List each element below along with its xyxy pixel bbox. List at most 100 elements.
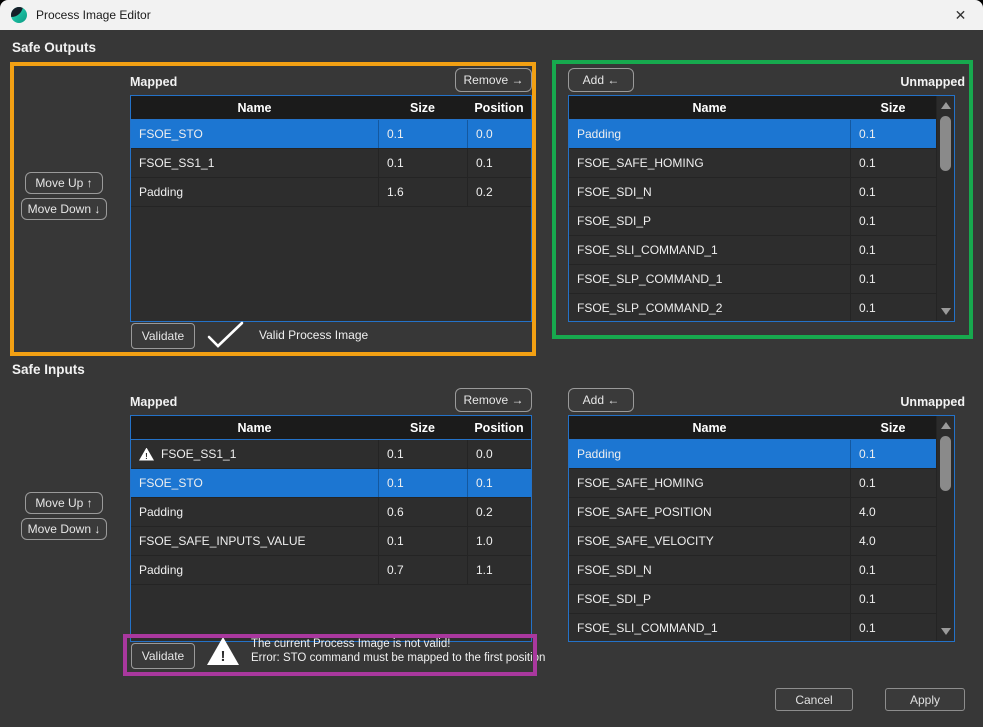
cell-size: 0.1 bbox=[378, 149, 467, 177]
outputs-mapped-table[interactable]: Name Size Position FSOE_STO0.10.0FSOE_SS… bbox=[130, 95, 532, 322]
table-row[interactable]: FSOE_STO0.10.1 bbox=[131, 469, 531, 498]
table-row[interactable]: FSOE_SDI_N0.1 bbox=[569, 178, 936, 207]
table-row[interactable]: !FSOE_SS1_10.10.0 bbox=[131, 440, 531, 469]
cell-name: Padding bbox=[131, 556, 378, 584]
cell-name: FSOE_SDI_N bbox=[569, 178, 850, 206]
cell-size: 4.0 bbox=[850, 527, 936, 555]
table-row[interactable]: FSOE_SDI_P0.1 bbox=[569, 207, 936, 236]
outputs-unmapped-label: Unmapped bbox=[890, 75, 965, 89]
column-header-size[interactable]: Size bbox=[850, 96, 936, 119]
table-row[interactable]: FSOE_STO0.10.0 bbox=[131, 120, 531, 149]
vertical-scrollbar[interactable] bbox=[936, 416, 954, 641]
cell-size: 0.1 bbox=[850, 469, 936, 497]
cell-name: FSOE_SLI_COMMAND_1 bbox=[569, 236, 850, 264]
error-line-1: The current Process Image is not valid! bbox=[251, 637, 545, 651]
table-row[interactable]: FSOE_SDI_P0.1 bbox=[569, 585, 936, 614]
outputs-remove-button[interactable]: Remove → bbox=[455, 68, 532, 92]
table-row[interactable]: FSOE_SS1_10.10.1 bbox=[131, 149, 531, 178]
inputs-mapped-table[interactable]: Name Size Position !FSOE_SS1_10.10.0FSOE… bbox=[130, 415, 532, 642]
cell-name: FSOE_SAFE_POSITION bbox=[569, 498, 850, 526]
cell-name: Padding bbox=[131, 498, 378, 526]
inputs-add-button[interactable]: Add ← bbox=[568, 388, 634, 412]
outputs-add-button[interactable]: Add ← bbox=[568, 68, 634, 92]
table-row[interactable]: FSOE_SAFE_HOMING0.1 bbox=[569, 149, 936, 178]
table-row[interactable]: Padding1.60.2 bbox=[131, 178, 531, 207]
table-row[interactable]: FSOE_SLP_COMMAND_20.1 bbox=[569, 294, 936, 322]
table-row[interactable]: Padding0.1 bbox=[569, 440, 936, 469]
inputs-move-up-button[interactable]: Move Up ↑ bbox=[25, 492, 103, 514]
inputs-validate-error-text: The current Process Image is not valid! … bbox=[251, 637, 545, 665]
cell-position: 1.0 bbox=[467, 527, 531, 555]
inputs-remove-button[interactable]: Remove → bbox=[455, 388, 532, 412]
table-header: Name Size Position bbox=[131, 416, 531, 440]
scroll-up-icon[interactable] bbox=[937, 418, 955, 433]
inputs-unmapped-label: Unmapped bbox=[890, 395, 965, 409]
table-header: Name Size Position bbox=[131, 96, 531, 120]
cancel-button[interactable]: Cancel bbox=[775, 688, 853, 711]
table-row[interactable]: FSOE_SDI_N0.1 bbox=[569, 556, 936, 585]
table-row[interactable]: Padding0.60.2 bbox=[131, 498, 531, 527]
table-row[interactable]: FSOE_SAFE_HOMING0.1 bbox=[569, 469, 936, 498]
table-header: Name Size bbox=[569, 416, 936, 440]
column-header-size[interactable]: Size bbox=[378, 416, 467, 439]
inputs-unmapped-table[interactable]: Name Size Padding0.1FSOE_SAFE_HOMING0.1F… bbox=[568, 415, 955, 642]
table-row[interactable]: FSOE_SLI_COMMAND_10.1 bbox=[569, 236, 936, 265]
cell-name: FSOE_STO bbox=[131, 120, 378, 148]
vertical-scrollbar[interactable] bbox=[936, 96, 954, 321]
cell-name: FSOE_SLP_COMMAND_1 bbox=[569, 265, 850, 293]
cell-position: 0.0 bbox=[467, 440, 531, 468]
column-header-name[interactable]: Name bbox=[569, 416, 850, 439]
check-icon bbox=[205, 320, 245, 350]
outputs-validate-status-text: Valid Process Image bbox=[259, 328, 368, 342]
cell-name: Padding bbox=[569, 440, 850, 468]
cell-name: FSOE_SLP_COMMAND_2 bbox=[569, 294, 850, 322]
cell-size: 0.1 bbox=[378, 120, 467, 148]
inputs-validate-button[interactable]: Validate bbox=[131, 643, 195, 669]
outputs-move-up-button[interactable]: Move Up ↑ bbox=[25, 172, 103, 194]
column-header-size[interactable]: Size bbox=[378, 96, 467, 119]
column-header-position[interactable]: Position bbox=[467, 96, 531, 119]
cell-name: Padding bbox=[569, 120, 850, 148]
scroll-down-icon[interactable] bbox=[937, 624, 955, 639]
cell-size: 0.7 bbox=[378, 556, 467, 584]
table-row[interactable]: FSOE_SLP_COMMAND_10.1 bbox=[569, 265, 936, 294]
cell-size: 0.1 bbox=[850, 556, 936, 584]
cell-size: 0.1 bbox=[378, 440, 467, 468]
table-row[interactable]: FSOE_SAFE_INPUTS_VALUE0.11.0 bbox=[131, 527, 531, 556]
cell-position: 0.2 bbox=[467, 498, 531, 526]
scroll-up-icon[interactable] bbox=[937, 98, 955, 113]
cell-name: FSOE_SAFE_HOMING bbox=[569, 469, 850, 497]
cell-size: 0.1 bbox=[378, 527, 467, 555]
scroll-down-icon[interactable] bbox=[937, 304, 955, 319]
column-header-name[interactable]: Name bbox=[569, 96, 850, 119]
cell-name: FSOE_SDI_P bbox=[569, 585, 850, 613]
cell-size: 0.1 bbox=[378, 469, 467, 497]
cell-size: 1.6 bbox=[378, 178, 467, 206]
scrollbar-thumb[interactable] bbox=[940, 116, 951, 171]
cell-name: Padding bbox=[131, 178, 378, 206]
table-row[interactable]: FSOE_SAFE_POSITION4.0 bbox=[569, 498, 936, 527]
cell-size: 0.1 bbox=[850, 236, 936, 264]
column-header-name[interactable]: Name bbox=[131, 96, 378, 119]
table-row[interactable]: Padding0.1 bbox=[569, 120, 936, 149]
outputs-move-down-button[interactable]: Move Down ↓ bbox=[21, 198, 107, 220]
outputs-validate-status: Valid Process Image bbox=[205, 320, 368, 350]
outputs-validate-button[interactable]: Validate bbox=[131, 323, 195, 349]
titlebar: Process Image Editor ✕ bbox=[0, 0, 983, 30]
apply-button[interactable]: Apply bbox=[885, 688, 965, 711]
cell-size: 0.6 bbox=[378, 498, 467, 526]
table-row[interactable]: FSOE_SLI_COMMAND_10.1 bbox=[569, 614, 936, 642]
cell-name: FSOE_SDI_P bbox=[569, 207, 850, 235]
close-button[interactable]: ✕ bbox=[938, 0, 983, 30]
table-row[interactable]: Padding0.71.1 bbox=[131, 556, 531, 585]
warning-icon: ! bbox=[139, 448, 154, 461]
section-title-safe-inputs: Safe Inputs bbox=[12, 362, 85, 377]
outputs-unmapped-table[interactable]: Name Size Padding0.1FSOE_SAFE_HOMING0.1F… bbox=[568, 95, 955, 322]
column-header-position[interactable]: Position bbox=[467, 416, 531, 439]
column-header-size[interactable]: Size bbox=[850, 416, 936, 439]
scrollbar-thumb[interactable] bbox=[940, 436, 951, 491]
table-row[interactable]: FSOE_SAFE_VELOCITY4.0 bbox=[569, 527, 936, 556]
inputs-move-down-button[interactable]: Move Down ↓ bbox=[21, 518, 107, 540]
cell-position: 0.1 bbox=[467, 469, 531, 497]
column-header-name[interactable]: Name bbox=[131, 416, 378, 439]
